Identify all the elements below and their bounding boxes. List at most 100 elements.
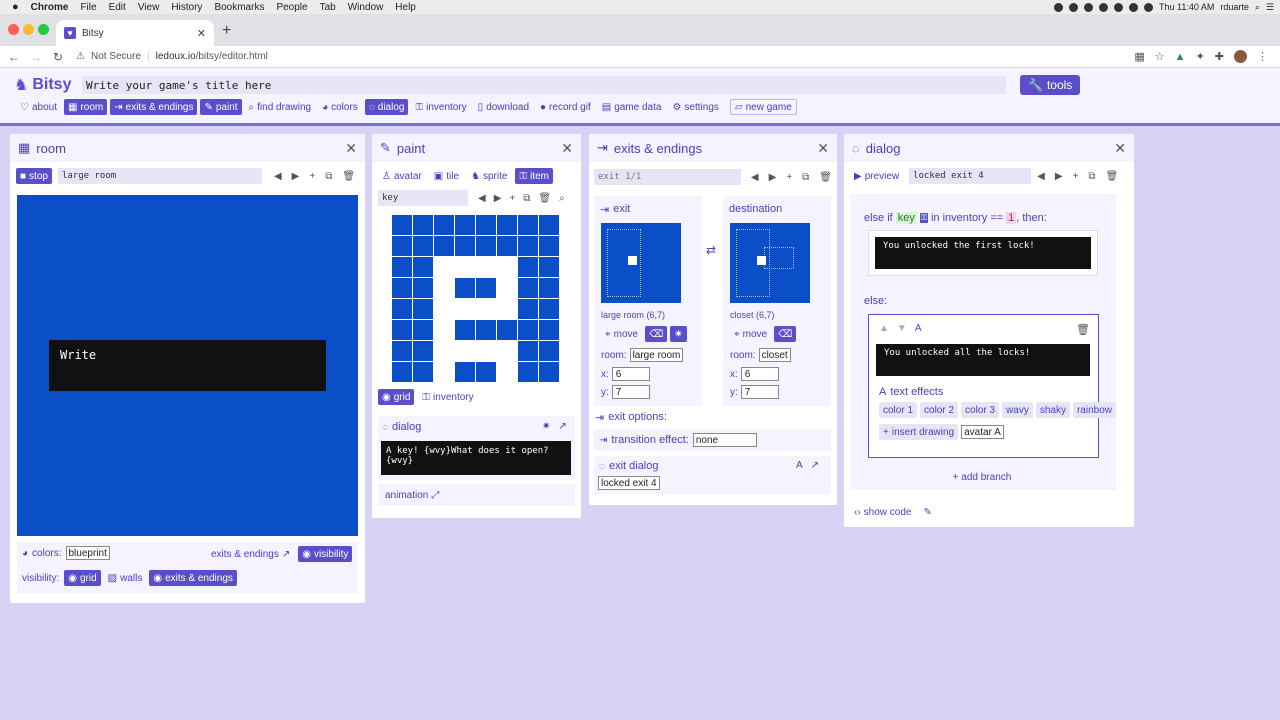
delete-icon[interactable]: 🗑 [538,193,551,204]
paint-pixel[interactable] [476,236,497,257]
paint-pixel[interactable] [476,215,497,236]
stop-button[interactable]: ■ stop [16,168,52,184]
delete-icon[interactable]: 🗑 [1106,171,1119,182]
paint-pixel[interactable] [497,341,518,362]
close-window-button[interactable] [8,24,19,35]
wifi-icon[interactable] [1113,2,1123,12]
url-field[interactable]: ⚠ Not Secure | ledoux.io/bitsy/editor.ht… [76,51,268,62]
visibility-walls-toggle[interactable]: ▨ walls [104,570,147,586]
room-canvas[interactable]: Write [17,195,358,536]
paint-pixel[interactable] [518,320,539,341]
close-tab-icon[interactable]: ✕ [197,27,206,40]
paint-pixel[interactable] [455,215,476,236]
visibility-exits-toggle[interactable]: ◉ exits & endings [149,570,237,586]
delete-icon[interactable]: 🗑 [819,172,832,183]
open-dialog-icon[interactable]: ↗ [558,421,566,432]
paint-pixel[interactable] [434,362,455,383]
paint-pixel[interactable] [413,320,434,341]
menu-file[interactable]: File [80,2,96,13]
paint-pixel[interactable] [434,236,455,257]
paint-pixel[interactable] [539,362,560,383]
duplicate-icon[interactable]: ⧉ [802,172,809,183]
paint-pixel[interactable] [539,341,560,362]
dropbox-icon[interactable] [1083,2,1093,12]
new-game-button[interactable]: ▱ new game [729,99,797,115]
effect-color-2[interactable]: color 2 [920,402,959,418]
paint-pixel[interactable] [392,215,413,236]
panel-header[interactable]: ▦ room ✕ [10,134,365,162]
visibility-grid-toggle[interactable]: ◉ grid [64,570,101,586]
paint-pixel[interactable] [434,320,455,341]
search-icon[interactable]: ⌕ [1255,2,1260,13]
paint-pixel[interactable] [413,362,434,383]
paint-pixel[interactable] [476,257,497,278]
tool-settings[interactable]: ⚙ settings [668,99,722,115]
add-icon[interactable]: + [309,171,315,182]
palette-select[interactable]: blueprint [65,546,110,560]
prev-icon[interactable]: ◀ [478,193,486,204]
number-token[interactable]: 1 [1006,212,1017,224]
paint-pixel[interactable] [497,215,518,236]
branch-text-1[interactable]: You unlocked the first lock! [875,237,1091,269]
preview-button[interactable]: ▶ preview [850,168,903,184]
cloud-icon[interactable] [1098,2,1108,12]
effect-shaky[interactable]: shaky [1035,402,1070,418]
paint-pixel[interactable] [497,257,518,278]
drive-icon[interactable]: ▲ [1175,51,1186,63]
paint-pixel[interactable] [455,236,476,257]
drawing-select[interactable]: avatar A [961,425,1004,439]
exit-move-button[interactable]: ⌖ move [601,326,642,342]
tool-download[interactable]: ▯ download [474,99,533,115]
destination-y-input[interactable]: 7 [740,385,779,399]
tool-room[interactable]: ▦ room [64,99,108,115]
destination-x-input[interactable]: 6 [740,367,779,381]
apple-icon[interactable]: ● [12,1,19,13]
paint-pixel[interactable] [413,299,434,320]
bookmark-star-icon[interactable]: ☆ [1155,50,1165,63]
menu-history[interactable]: History [171,2,202,13]
next-icon[interactable]: ▶ [494,193,502,204]
move-down-icon[interactable]: ▼ [897,323,907,334]
effects-icon[interactable]: ✷ [542,421,550,432]
puzzle-icon[interactable]: ✚ [1215,50,1224,63]
menu-bookmarks[interactable]: Bookmarks [214,2,264,13]
menu-people[interactable]: People [276,2,307,13]
status-icon[interactable] [1068,2,1078,12]
tab-avatar[interactable]: ♙ avatar [378,168,426,184]
paint-pixel[interactable] [539,236,560,257]
effect-rainbow[interactable]: rainbow [1072,402,1116,418]
paint-pixel[interactable] [455,299,476,320]
paint-pixel[interactable] [434,257,455,278]
exits-link-button[interactable]: exits & endings ↗ [207,546,294,562]
prev-icon[interactable]: ◀ [751,172,759,183]
more-icon[interactable]: ⋮ [1257,50,1268,63]
paint-pixel[interactable] [518,236,539,257]
effect-color-1[interactable]: color 1 [879,402,918,418]
effect-color-3[interactable]: color 3 [961,402,1000,418]
paint-pixel[interactable] [497,320,518,341]
paint-pixel[interactable] [455,341,476,362]
add-icon[interactable]: + [509,193,515,204]
paint-pixel[interactable] [413,236,434,257]
user-name[interactable]: rduarte [1220,2,1249,12]
paint-pixel[interactable] [413,215,434,236]
menu-icon[interactable]: ☰ [1266,2,1274,13]
paint-pixel[interactable] [413,341,434,362]
extension-icon[interactable]: ✦ [1196,50,1205,63]
exit-room-thumbnail[interactable] [601,223,681,303]
exit-dialog-select[interactable]: locked exit 4 [598,476,660,490]
close-icon[interactable]: ✕ [1114,140,1126,157]
effect-wavy[interactable]: wavy [1002,402,1033,418]
item-token[interactable]: key [895,212,917,224]
add-icon[interactable]: + [786,172,792,183]
reload-icon[interactable]: ↻ [50,50,66,64]
paint-pixel[interactable] [392,362,413,383]
menu-app-name[interactable]: Chrome [31,2,69,13]
exit-room-select[interactable]: large room [629,348,684,362]
paint-pixel[interactable] [392,299,413,320]
tool-colors[interactable]: ◕ colors [318,99,362,115]
paint-pixel[interactable] [455,362,476,383]
paint-pixel[interactable] [518,215,539,236]
paint-pixel[interactable] [455,320,476,341]
paint-pixel[interactable] [434,215,455,236]
